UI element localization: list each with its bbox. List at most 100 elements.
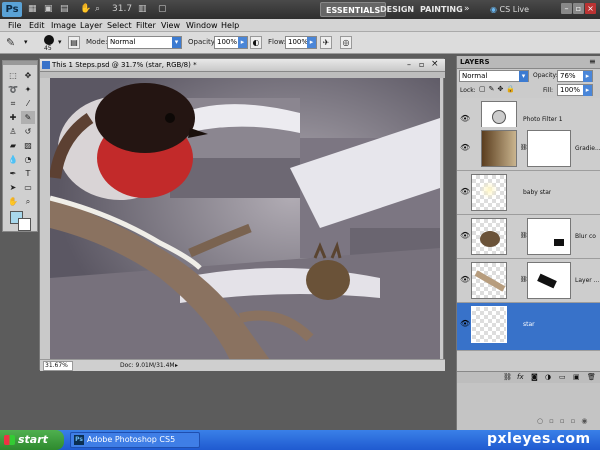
workspace-painting[interactable]: PAINTING [420,2,463,17]
lock-icons[interactable]: ▢✎✥🔒 [479,85,518,93]
layer-name[interactable]: Gradie... [575,144,600,154]
status-menu-arrow-icon[interactable]: ▸ [175,362,178,369]
eye-icon[interactable]: 👁 [460,143,470,153]
eye-icon[interactable]: 👁 [460,114,470,124]
maximize-icon[interactable]: ▫ [573,3,584,14]
document-tab[interactable]: This 1 Steps.psd @ 31.7% (star, RGB/8) *… [40,59,445,72]
brush-panel-icon[interactable]: ▤ [68,36,80,49]
zoom-icon[interactable]: ⌕ [95,3,100,16]
layer-mask-thumbnail[interactable] [527,218,571,255]
layer-star[interactable]: 👁 star [457,303,600,351]
close-icon[interactable]: × [431,59,439,69]
fill-input[interactable]: 100% ▸ [557,84,593,96]
minibridge-icon[interactable]: ▣ [44,3,53,16]
quick-selection-icon[interactable]: ✦ [21,83,35,96]
zoom-tool-icon[interactable]: ⌕ [21,195,35,208]
cs-live-button[interactable]: ◉ CS Live [490,3,529,16]
arrange-documents-icon[interactable]: ▥ [138,3,147,16]
menu-select[interactable]: Select [104,19,135,32]
lasso-tool-icon[interactable]: ➰ [6,83,20,96]
add-mask-icon[interactable]: ◙ [531,373,538,381]
start-button[interactable]: start [0,430,64,450]
zoom-status[interactable]: 31.67% [43,361,73,371]
menu-filter[interactable]: Filter [133,19,159,32]
move-tool-icon[interactable]: ✥ [21,69,35,82]
menu-window[interactable]: Window [183,19,221,32]
tool-preset-dropdown[interactable]: ▾ [24,38,28,46]
workspace-essentials[interactable]: ESSENTIALS [320,2,387,17]
history-brush-icon[interactable]: ↺ [21,125,35,138]
new-layer-icon[interactable]: ▣ [573,373,580,381]
layer-gradient[interactable]: 👁 ⛓ Gradie... [457,127,600,171]
layer-baby-star[interactable]: 👁 baby star [457,171,600,215]
healing-brush-icon[interactable]: ✚ [6,111,20,124]
image-canvas[interactable] [50,78,440,360]
layers-tab[interactable]: LAYERS ≡ [457,56,600,69]
brush-preview[interactable] [44,35,54,45]
background-color-swatch[interactable] [18,218,31,231]
hand-icon[interactable]: ✋ [80,3,91,16]
dodge-tool-icon[interactable]: ◔ [21,153,35,166]
menu-edit[interactable]: Edit [26,19,48,32]
minimize-icon[interactable]: – [407,60,411,69]
menu-help[interactable]: Help [218,19,242,32]
layer-name[interactable]: Photo Filter 1 [523,115,563,125]
opacity-input[interactable]: 100% ▸ [214,36,248,49]
group-icon[interactable]: ▭ [559,373,566,381]
eye-icon[interactable]: 👁 [460,275,470,285]
flow-input[interactable]: 100% ▸ [285,36,317,49]
layer-mask-thumbnail[interactable] [527,262,571,299]
more-workspaces-button[interactable]: » [464,2,470,17]
taskbar-photoshop[interactable]: Ps Adobe Photoshop CS5 [70,432,200,448]
fx-icon[interactable]: fx [517,373,524,381]
zoom-level[interactable]: 31.7 [112,3,132,16]
minimize-icon[interactable]: – [561,3,572,14]
type-tool-icon[interactable]: T [21,167,35,180]
eye-icon[interactable]: 👁 [460,319,470,329]
eye-icon[interactable]: 👁 [460,231,470,241]
layer-name[interactable]: baby star [523,188,551,198]
gradient-tool-icon[interactable]: ▨ [21,139,35,152]
menu-image[interactable]: Image [48,19,79,32]
maximize-icon[interactable]: ▫ [419,60,424,69]
trash-icon[interactable]: 🗑 [587,373,596,381]
layer-mask-thumbnail[interactable] [527,130,571,167]
menu-layer[interactable]: Layer [77,19,105,32]
adjustment-layer-icon[interactable]: ◑ [545,373,551,381]
workspace-design[interactable]: DESIGN [380,2,414,17]
eraser-icon[interactable]: ▰ [6,139,20,152]
layer-name[interactable]: Blur co [575,232,596,242]
clone-stamp-icon[interactable]: ♙ [6,125,20,138]
brush-picker-dropdown[interactable]: ▾ [58,38,62,46]
close-icon[interactable]: × [585,3,596,14]
airbrush-icon[interactable]: ✈ [320,36,332,49]
bridge-icon[interactable]: ▦ [28,3,37,16]
menu-file[interactable]: File [5,19,24,32]
brush-tool-icon[interactable]: ✎ [6,36,15,49]
pen-tool-icon[interactable]: ✒ [6,167,20,180]
eyedropper-icon[interactable]: ⁄ [21,97,35,110]
layer-name[interactable]: Layer ... [575,276,599,286]
blur-tool-icon[interactable]: 💧 [6,153,20,166]
marquee-tool-icon[interactable]: ⬚ [6,69,20,82]
panel-footer-icons[interactable]: ○▫▫▫◉ [537,417,593,425]
eye-icon[interactable]: 👁 [460,187,470,197]
link-layers-icon[interactable]: ⛓ [503,373,512,381]
pressure-size-icon[interactable]: ◎ [340,36,352,49]
blend-mode-select[interactable]: Normal ▾ [459,70,529,82]
layer-layer[interactable]: 👁 ⛓ Layer ... [457,259,600,303]
layer-opacity-input[interactable]: 76% ▸ [557,70,593,82]
menu-view[interactable]: View [158,19,183,32]
layer-blur[interactable]: 👁 ⛓ Blur co [457,215,600,259]
panel-menu-icon[interactable]: ≡ [589,57,596,66]
tools-panel-grip[interactable] [3,61,37,65]
shape-tool-icon[interactable]: ▭ [21,181,35,194]
layer-name[interactable]: star [523,320,535,330]
pressure-opacity-icon[interactable]: ◐ [250,36,262,49]
mode-select[interactable]: Normal ▾ [107,36,182,49]
brush-tool-icon[interactable]: ✎ [21,111,35,124]
hand-tool-icon[interactable]: ✋ [6,195,20,208]
screen-mode-icon[interactable]: ▢ [158,3,167,16]
guides-icon[interactable]: ▤ [60,3,69,16]
path-selection-icon[interactable]: ➤ [6,181,20,194]
